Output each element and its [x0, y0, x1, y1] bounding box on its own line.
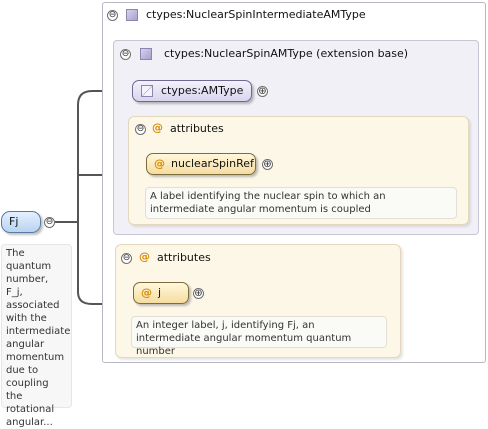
complex-type-icon — [126, 9, 138, 21]
collapse-extension-base-icon[interactable]: ⊖ — [120, 49, 131, 60]
attribute-group-icon: @ — [139, 250, 150, 263]
collapse-complex-type-icon[interactable]: ⊖ — [107, 10, 118, 21]
collapse-fj-icon[interactable]: ⊖ — [44, 217, 55, 228]
collapse-base-attributes-icon[interactable]: ⊖ — [135, 124, 146, 135]
base-attributes-label: attributes — [170, 122, 224, 135]
attributes-label: attributes — [157, 251, 211, 264]
fj-documentation: The quantum number, F_j, associated with… — [1, 244, 72, 428]
j-documentation: An integer label, j, identifying Fj, an … — [131, 316, 387, 357]
attribute-icon: @ — [141, 286, 152, 299]
nuclearspinref-documentation: A label identifying the nuclear spin to … — [145, 187, 457, 219]
complex-type-name: ctypes:NuclearSpinIntermediateAMType — [146, 8, 366, 21]
j-attribute[interactable]: @ j — [133, 282, 189, 304]
collapse-attributes-icon[interactable]: ⊖ — [121, 253, 132, 264]
nuclearspinref-label: nuclearSpinRef — [171, 157, 254, 170]
expand-j-icon[interactable]: ⊕ — [193, 288, 204, 299]
fj-element[interactable]: Fj — [1, 211, 41, 233]
attribute-icon: @ — [154, 157, 165, 170]
amtype-node[interactable]: ctypes:AMType — [132, 80, 252, 102]
j-label: j — [158, 286, 162, 299]
expand-amtype-icon[interactable]: ⊕ — [257, 86, 268, 97]
simple-type-icon — [141, 85, 153, 97]
extension-base-name: ctypes:NuclearSpinAMType (extension base… — [164, 47, 409, 60]
attribute-group-icon: @ — [152, 121, 163, 134]
amtype-label: ctypes:AMType — [161, 84, 244, 97]
extension-base-type-icon — [140, 48, 152, 60]
expand-nuclearspinref-icon[interactable]: ⊕ — [262, 159, 273, 170]
fj-label: Fj — [9, 215, 19, 228]
nuclearspinref-attribute[interactable]: @ nuclearSpinRef — [146, 153, 256, 175]
